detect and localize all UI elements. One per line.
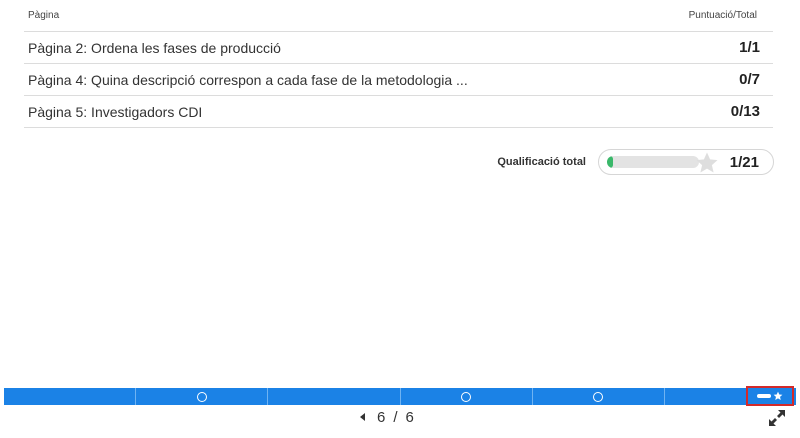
row-score: 1/1	[739, 39, 760, 56]
total-pages: 6	[405, 408, 414, 426]
table-row: Pàgina 4: Quina descripció correspon a c…	[24, 64, 773, 96]
header-score: Puntuació/Total	[688, 10, 757, 21]
nav-segment-2[interactable]	[136, 388, 269, 405]
table-row: Pàgina 2: Ordena les fases de producció …	[24, 32, 773, 64]
total-score-box: 1/21	[598, 149, 774, 175]
table-header: Pàgina Puntuació/Total	[24, 0, 773, 32]
caret-left-icon[interactable]	[360, 413, 365, 421]
total-progress-bar	[607, 156, 699, 168]
total-score: Qualificació total 1/21	[497, 148, 774, 176]
row-title: Pàgina 2: Ordena les fases de producció	[28, 39, 281, 56]
total-value: 1/21	[729, 153, 759, 171]
expand-arrows-icon[interactable]	[768, 409, 786, 427]
nav-segment-3[interactable]	[268, 388, 401, 405]
nav-segment-1[interactable]	[4, 388, 137, 405]
nav-segment-4[interactable]	[401, 388, 533, 405]
circle-icon	[461, 391, 472, 402]
star-icon	[696, 152, 718, 173]
row-title: Pàgina 5: Investigadors CDI	[28, 103, 203, 120]
score-table: Pàgina Puntuació/Total Pàgina 2: Ordena …	[24, 0, 773, 128]
star-icon	[773, 391, 783, 400]
row-score: 0/7	[739, 71, 760, 88]
header-page: Pàgina	[28, 10, 60, 21]
total-progress-fill	[607, 156, 613, 168]
circle-icon	[196, 391, 207, 402]
page-separator: /	[393, 408, 398, 426]
circle-icon	[593, 391, 604, 402]
row-title: Pàgina 4: Quina descripció correspon a c…	[28, 71, 468, 88]
nav-segment-5[interactable]	[533, 388, 665, 405]
page-navigation-bar[interactable]	[4, 388, 796, 405]
total-label: Qualificació total	[497, 156, 586, 168]
current-page: 6	[377, 408, 386, 426]
score-summary-button[interactable]	[746, 386, 794, 406]
table-row: Pàgina 5: Investigadors CDI 0/13	[24, 96, 773, 128]
mini-progress-icon	[757, 394, 771, 398]
row-score: 0/13	[730, 103, 760, 120]
pager: 6 / 6	[360, 407, 414, 427]
